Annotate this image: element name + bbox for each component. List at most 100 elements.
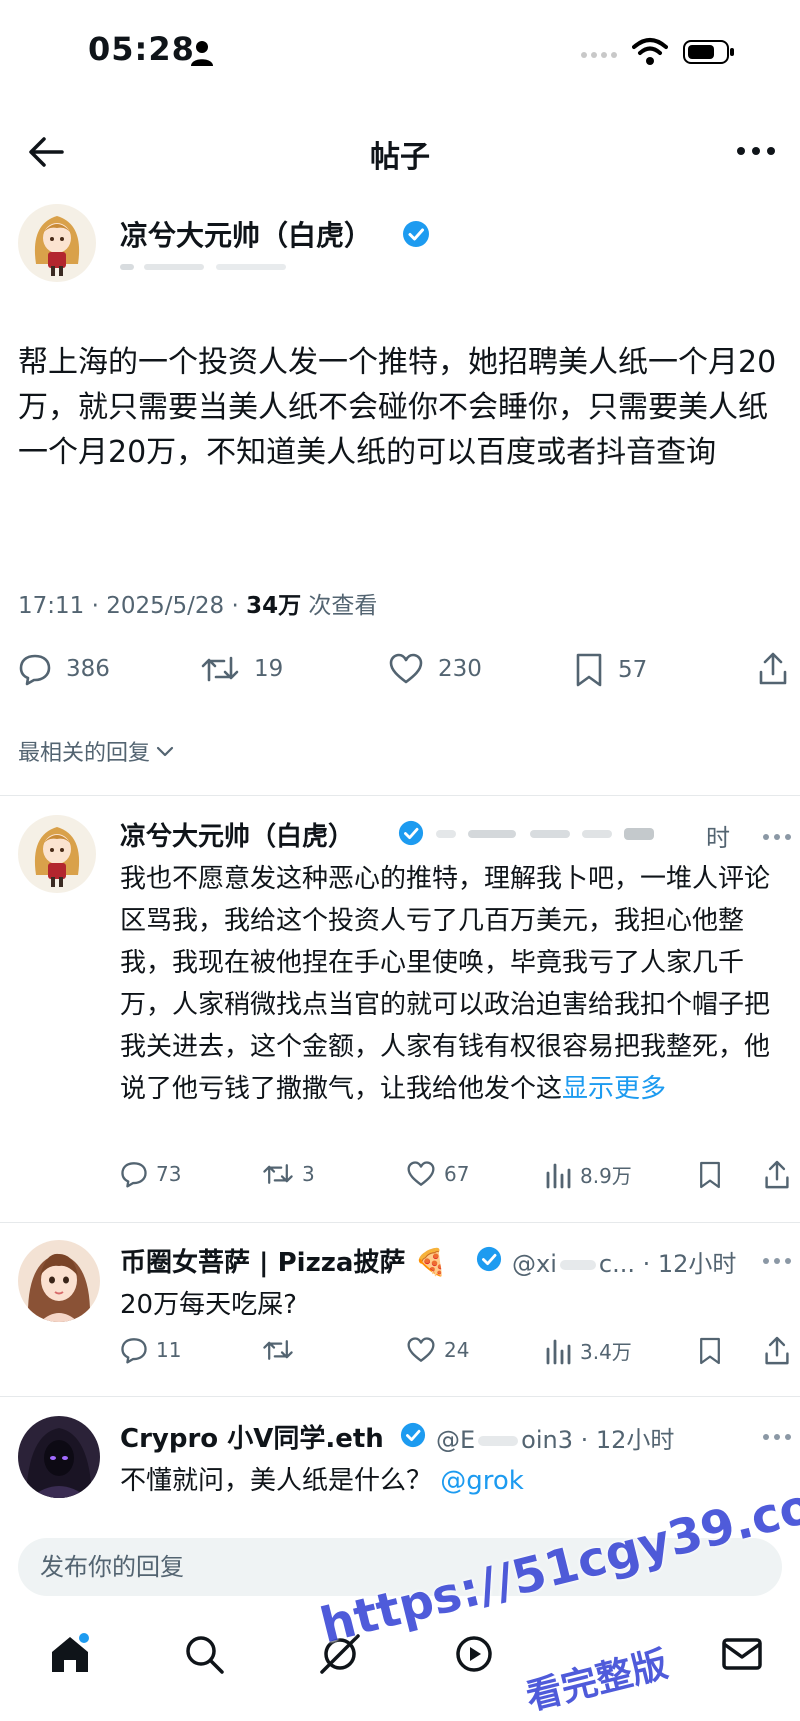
anime-avatar-image [18, 815, 96, 893]
sort-label-text: 最相关的回复 [18, 741, 151, 766]
divider [0, 1396, 800, 1397]
chevron-down-icon [156, 746, 174, 757]
bookmark-button[interactable]: 57 [574, 652, 647, 688]
anime-avatar-image [18, 204, 96, 282]
mention-link[interactable]: @grok [440, 1466, 524, 1496]
views-button[interactable]: 3.4万 [544, 1336, 632, 1365]
page-title: 帖子 [370, 140, 430, 175]
more-icon[interactable] [734, 136, 778, 166]
reply-count: 386 [66, 656, 110, 682]
reply-icon [121, 1162, 147, 1188]
show-more-link[interactable]: 显示更多 [562, 1074, 666, 1104]
blurred-handle [120, 264, 286, 270]
reply-button[interactable]: 386 [18, 652, 110, 686]
repost-button[interactable]: 19 [200, 652, 283, 686]
reply-count: 73 [156, 1162, 182, 1186]
bookmark-icon[interactable] [698, 1160, 722, 1190]
repost-count: 19 [254, 656, 284, 682]
post-time: 17:11 · 2025/5/28 · [18, 593, 247, 619]
repost-button[interactable] [262, 1336, 302, 1364]
search-icon[interactable] [180, 1630, 228, 1678]
reply-count: 11 [156, 1338, 182, 1362]
girl-avatar-image [18, 1240, 100, 1322]
handle-tail: oin3 · 12小时 [521, 1426, 675, 1454]
author-name[interactable]: 凉兮大元帅（白虎） [120, 214, 372, 254]
share-icon[interactable] [764, 1336, 790, 1366]
verified-icon [476, 1246, 502, 1272]
views-count: 8.9万 [580, 1164, 632, 1188]
person-icon [191, 41, 213, 66]
hooded-figure-avatar-image [18, 1416, 100, 1498]
reply-actions: 11 24 3.4万 [120, 1336, 792, 1370]
post-meta: 17:11 · 2025/5/28 · 34万 次查看 [18, 586, 377, 620]
reply-handle: @xi c... · 12小时 [512, 1244, 736, 1279]
like-button[interactable]: 24 [406, 1336, 469, 1364]
views-count: 3.4万 [580, 1340, 632, 1364]
verified-icon [403, 221, 429, 247]
more-icon[interactable] [762, 1432, 792, 1442]
repost-icon [263, 1340, 293, 1360]
repost-button[interactable]: 3 [262, 1160, 315, 1188]
reply-text: 我也不愿意发这种恶心的推特，理解我卜吧，一堆人评论区骂我，我给这个投资人亏了几百… [120, 864, 771, 1104]
repost-icon [263, 1164, 293, 1184]
views-button[interactable]: 8.9万 [544, 1160, 632, 1189]
messages-icon[interactable] [718, 1630, 766, 1678]
handle-tail: c... · 12小时 [598, 1250, 737, 1278]
like-count: 230 [438, 656, 482, 682]
post-body: 帮上海的一个投资人发一个推特，她招聘美人纸一个月20万，就只需要当美人纸不会碰你… [18, 345, 777, 470]
reply-button[interactable]: 11 [120, 1336, 181, 1364]
views-icon [546, 1339, 571, 1364]
blurred-handle [436, 828, 654, 840]
reply-handle: @E oin3 · 12小时 [436, 1420, 674, 1455]
reply-button[interactable]: 73 [120, 1160, 181, 1188]
reply-icon [121, 1338, 147, 1364]
reply-icon [19, 654, 51, 686]
more-icon[interactable] [762, 1256, 792, 1266]
author-name-text: 币圈女菩萨 | Pizza披萨 [120, 1248, 406, 1278]
reply-time: 时 [706, 824, 730, 852]
verified-icon [398, 820, 424, 846]
handle-start: @E [436, 1426, 476, 1454]
avatar[interactable] [18, 204, 96, 282]
view-label: 次查看 [301, 593, 378, 619]
reply-avatar[interactable] [18, 1416, 100, 1498]
reply-text: 不懂就问，美人纸是什么？ [120, 1466, 441, 1496]
like-count: 67 [444, 1162, 470, 1186]
home-icon[interactable] [46, 1630, 94, 1678]
watermark-caption: 看完整版 [522, 1643, 672, 1719]
like-button[interactable]: 67 [406, 1160, 469, 1188]
bookmark-icon[interactable] [698, 1336, 722, 1366]
reply-author-name[interactable]: 币圈女菩萨 | Pizza披萨 🍕 [120, 1242, 447, 1279]
reply-avatar[interactable] [18, 815, 96, 893]
views-icon [546, 1163, 571, 1188]
reply-actions: 73 3 67 8.9万 [120, 1160, 792, 1194]
reply-author-name[interactable]: 凉兮大元帅（白虎） [120, 816, 354, 853]
handle-start: @xi [512, 1250, 557, 1278]
share-icon[interactable] [758, 652, 788, 686]
like-button[interactable]: 230 [388, 652, 482, 686]
blurred-handle [478, 1436, 519, 1446]
like-icon [407, 1337, 435, 1362]
bookmark-count: 57 [618, 657, 648, 683]
repost-count: 3 [302, 1162, 315, 1186]
reply-body: 20万每天吃屎? [120, 1290, 297, 1320]
blurred-handle [559, 1260, 596, 1270]
verified-icon [400, 1422, 426, 1448]
like-count: 24 [444, 1338, 470, 1362]
reply-sort-dropdown[interactable]: 最相关的回复 [18, 735, 176, 767]
reply-body: 我也不愿意发这种恶心的推特，理解我卜吧，一堆人评论区骂我，我给这个投资人亏了几百… [120, 858, 785, 1110]
battery-icon [683, 40, 734, 64]
pizza-emoji-icon: 🍕 [405, 1248, 447, 1278]
view-count: 34万 [246, 593, 302, 619]
reply-body: 不懂就问，美人纸是什么？ @grok [120, 1460, 785, 1502]
status-time: 05:28 [88, 30, 195, 68]
wifi-icon [632, 38, 668, 65]
signal-icon [581, 52, 617, 58]
reply-author-name[interactable]: Crypro 小V同学.eth [120, 1418, 384, 1455]
repost-icon [201, 656, 239, 682]
more-icon[interactable] [762, 832, 792, 842]
share-icon[interactable] [764, 1160, 790, 1190]
reply-avatar[interactable] [18, 1240, 100, 1322]
spaces-icon[interactable] [450, 1630, 498, 1678]
bookmark-icon [576, 653, 602, 687]
